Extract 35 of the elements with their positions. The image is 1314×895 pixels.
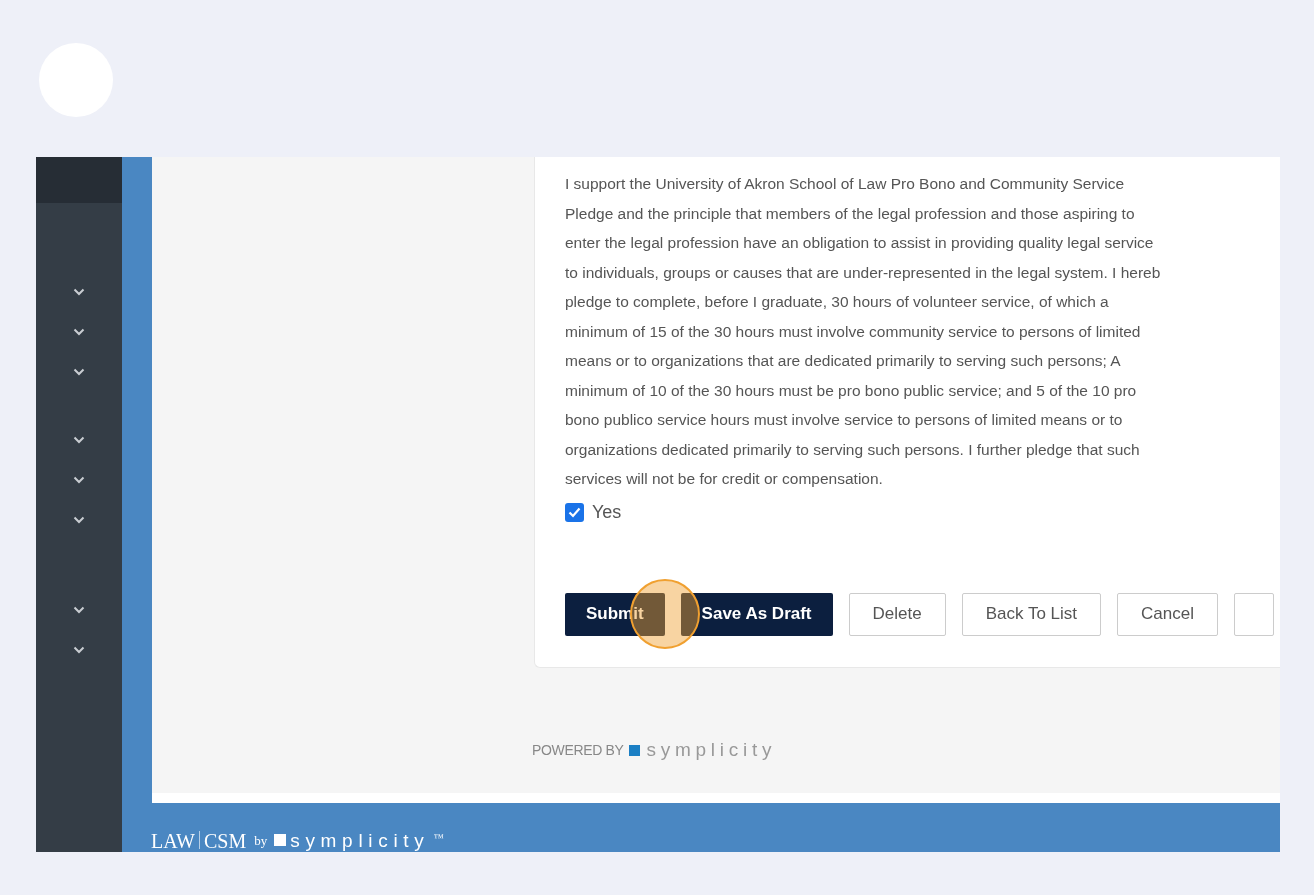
logo-square-icon [274,833,287,846]
chevron-down-icon[interactable] [73,328,85,336]
chevron-down-icon[interactable] [73,516,85,524]
footer-logo-law: LAW [151,830,195,852]
pledge-text-line: Pledge and the principle that members of the legal profession and those aspiring to [565,203,1136,224]
form-button[interactable]: Cancel [1117,592,1218,636]
chevron-down-icon[interactable] [73,476,85,484]
pledge-text-line: enter the legal profession have an obligation to assist in providing quality legal service [565,233,1155,253]
chevron-down-icon[interactable] [73,368,85,376]
form-button[interactable]: Back To List [961,592,1101,636]
trademark-mark: ™ [433,831,444,845]
chevron-down-icon[interactable] [73,436,85,444]
footer-logo-csm: CSM [203,830,247,852]
pledge-text-line: I support the University of Akron School of Law Pro Bono and Community Service [565,174,1126,194]
powered-by-brand: symplicity [646,738,777,762]
checkbox-label: Yes [592,500,622,524]
chevron-down-icon[interactable] [73,606,85,614]
footer-logo-by: by [254,832,268,850]
pledge-text-line: bono publico service hours must involve service to persons of limited means or to [565,410,1124,430]
powered-by-text: POWERED BY [532,740,624,760]
pledge-text-line: means or to organizations that are dedicated primarily to serving such persons; A [565,351,1122,371]
logo-square-icon [629,744,641,756]
checkbox[interactable] [565,502,584,522]
pledge-text-line: to individuals, groups or causes that are under-represented in the legal system. I hereb [565,262,1162,283]
checkmark-icon [568,506,581,518]
footer-logo-brand: symplicity [290,830,430,852]
pledge-text-line: organizations dedicated primarily to serving such persons. I further pledge that such [565,439,1141,460]
pledge-text-line: pledge to complete, before I graduate, 30 hours of volunteer service, of which a [565,292,1110,312]
form-button[interactable]: Save As Draft [680,592,833,636]
chevron-down-icon[interactable] [73,646,85,654]
pledge-text-line: services will not be for credit or compensation. [565,469,884,489]
chevron-down-icon[interactable] [73,288,85,296]
pledge-text-line: minimum of 10 of the 30 hours must be pro bono public service; and 5 of the 10 pro [565,380,1138,401]
form-button[interactable]: Delete [848,592,946,636]
pledge-text-line: minimum of 15 of the 30 hours must involve community service to persons of limited [565,321,1142,342]
